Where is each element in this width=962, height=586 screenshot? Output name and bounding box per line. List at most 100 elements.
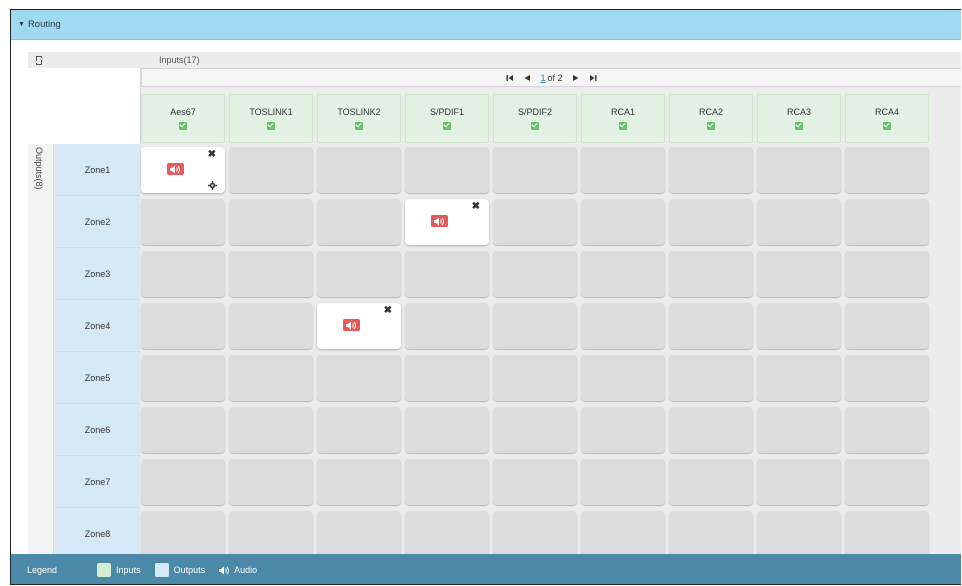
input-checkbox[interactable] [531, 122, 539, 130]
route-cell[interactable] [493, 355, 577, 401]
route-cell[interactable] [757, 147, 841, 193]
route-cell[interactable] [581, 511, 665, 557]
route-cell[interactable] [669, 303, 753, 349]
page-total-label: of 2 [547, 72, 563, 83]
route-cell[interactable] [141, 459, 225, 505]
page-number-link[interactable]: 1 [540, 73, 545, 83]
route-cell[interactable] [669, 251, 753, 297]
route-cell[interactable] [405, 511, 489, 557]
route-cell[interactable] [757, 251, 841, 297]
route-cell[interactable] [669, 407, 753, 453]
route-cell[interactable] [757, 199, 841, 245]
route-cell[interactable] [581, 147, 665, 193]
route-cell[interactable] [229, 459, 313, 505]
route-cell[interactable] [757, 511, 841, 557]
output-row-header: Zone8 [55, 508, 140, 560]
route-cell[interactable] [317, 147, 401, 193]
route-cell[interactable] [669, 147, 753, 193]
route-cell[interactable] [493, 251, 577, 297]
route-cell[interactable] [317, 355, 401, 401]
route-cell-active[interactable]: ✖ [405, 199, 489, 245]
route-cell[interactable] [669, 511, 753, 557]
close-icon[interactable]: ✖ [472, 202, 480, 212]
input-checkbox[interactable] [707, 122, 715, 130]
route-cell[interactable] [845, 303, 929, 349]
collapse-caret-icon[interactable]: ▼ [18, 21, 25, 28]
input-checkbox[interactable] [883, 122, 891, 130]
route-cell[interactable] [845, 511, 929, 557]
route-cell[interactable] [229, 147, 313, 193]
input-name: S/PDIF1 [429, 107, 464, 117]
route-cell[interactable] [405, 355, 489, 401]
route-cell[interactable] [405, 303, 489, 349]
route-cell[interactable] [493, 459, 577, 505]
route-cell[interactable] [757, 303, 841, 349]
route-cell[interactable] [757, 407, 841, 453]
input-checkbox[interactable] [619, 122, 627, 130]
route-cell[interactable] [493, 199, 577, 245]
routing-panel: ▼ Routing Inputs(17) 1 of 2 Outputs(8) A… [10, 9, 961, 585]
route-cell[interactable] [581, 199, 665, 245]
route-cell[interactable] [405, 251, 489, 297]
route-cell[interactable] [493, 147, 577, 193]
route-cell[interactable] [669, 199, 753, 245]
route-cell[interactable] [317, 459, 401, 505]
route-cell[interactable] [141, 199, 225, 245]
route-cell[interactable] [845, 459, 929, 505]
route-cell[interactable] [229, 407, 313, 453]
route-cell-active[interactable]: ✖ [141, 147, 225, 193]
routing-section-header[interactable]: ▼ Routing [11, 10, 961, 40]
legend-outputs: Outputs [154, 563, 205, 577]
route-cell[interactable] [581, 303, 665, 349]
first-page-icon[interactable] [506, 74, 514, 82]
route-cell[interactable] [405, 407, 489, 453]
route-cell[interactable] [317, 199, 401, 245]
route-cell[interactable] [493, 303, 577, 349]
route-cell[interactable] [845, 199, 929, 245]
route-cell[interactable] [229, 199, 313, 245]
route-cell[interactable] [845, 407, 929, 453]
route-cell[interactable] [581, 407, 665, 453]
route-cell[interactable] [141, 407, 225, 453]
route-cell[interactable] [229, 303, 313, 349]
route-cell[interactable] [845, 147, 929, 193]
input-checkbox[interactable] [267, 122, 275, 130]
route-cell[interactable] [669, 459, 753, 505]
route-cell[interactable] [141, 511, 225, 557]
route-cell[interactable] [229, 251, 313, 297]
route-cell[interactable] [845, 251, 929, 297]
prev-page-icon[interactable] [523, 74, 531, 82]
route-cell[interactable] [317, 511, 401, 557]
refresh-icon[interactable] [33, 54, 45, 66]
input-checkbox[interactable] [179, 122, 187, 130]
gear-icon[interactable] [208, 181, 217, 190]
input-checkbox[interactable] [355, 122, 363, 130]
route-cell[interactable] [141, 303, 225, 349]
route-cell[interactable] [141, 251, 225, 297]
route-cell-active[interactable]: ✖ [317, 303, 401, 349]
input-checkbox[interactable] [443, 122, 451, 130]
route-cell[interactable] [493, 511, 577, 557]
route-cell[interactable] [757, 355, 841, 401]
output-row-header: Zone2 [55, 196, 140, 248]
route-cell[interactable] [317, 407, 401, 453]
route-cell[interactable] [757, 459, 841, 505]
speaker-icon [167, 163, 184, 175]
close-icon[interactable]: ✖ [384, 306, 392, 316]
route-cell[interactable] [845, 355, 929, 401]
input-checkbox[interactable] [795, 122, 803, 130]
route-cell[interactable] [581, 355, 665, 401]
route-cell[interactable] [229, 511, 313, 557]
route-cell[interactable] [493, 407, 577, 453]
route-cell[interactable] [141, 355, 225, 401]
close-icon[interactable]: ✖ [208, 150, 216, 160]
route-cell[interactable] [581, 459, 665, 505]
next-page-icon[interactable] [572, 74, 580, 82]
route-cell[interactable] [669, 355, 753, 401]
route-cell[interactable] [317, 251, 401, 297]
route-cell[interactable] [405, 459, 489, 505]
route-cell[interactable] [581, 251, 665, 297]
last-page-icon[interactable] [589, 74, 597, 82]
route-cell[interactable] [229, 355, 313, 401]
route-cell[interactable] [405, 147, 489, 193]
